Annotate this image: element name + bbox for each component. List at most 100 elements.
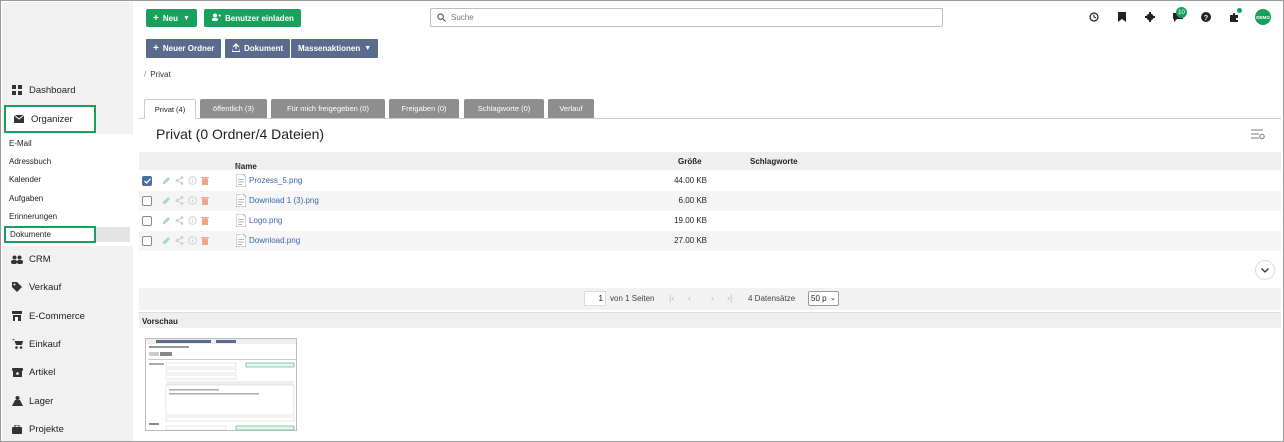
search-input[interactable]: Suche <box>430 8 943 27</box>
tab-shared-with-me[interactable]: Für mich freigegeben (0) <box>271 99 385 118</box>
record-count: 4 Datensätze <box>748 294 796 303</box>
sidebar-item-projekte[interactable]: Projekte <box>2 415 133 441</box>
svg-text:?: ? <box>1204 15 1208 22</box>
new-folder-label: Neuer Ordner <box>162 44 215 53</box>
row-checkbox[interactable] <box>142 216 152 226</box>
file-size: 44.00 KB <box>674 176 707 185</box>
new-folder-button[interactable]: + Neuer Ordner <box>146 39 222 58</box>
sidebar-item-einkauf[interactable]: Einkauf <box>2 330 133 358</box>
sidebar-item-organizer[interactable]: Organizer <box>4 105 96 133</box>
file-name[interactable]: Download.png <box>249 236 300 245</box>
sidebar-subitem-kalender[interactable]: Kalender <box>9 175 41 184</box>
preview-header: Vorschau <box>139 312 1281 328</box>
column-header-size[interactable]: Größe <box>678 157 702 166</box>
bulk-actions-button[interactable]: Massenaktionen ▼ <box>291 39 379 58</box>
sidebar-item-label: Lager <box>29 395 54 407</box>
edit-icon[interactable] <box>161 195 171 205</box>
sidebar-item-crm[interactable]: CRM <box>2 245 133 273</box>
people-icon <box>11 253 23 265</box>
gear-icon[interactable] <box>1144 11 1156 23</box>
sidebar-item-lager[interactable]: Lager <box>2 387 133 415</box>
file-size: 6.00 KB <box>678 196 707 205</box>
last-page-icon[interactable]: ›| <box>727 293 732 303</box>
table-header: Name ⇕ Größe Schlagworte <box>139 152 1281 171</box>
invite-user-label: Benutzer einladen <box>225 13 294 23</box>
tab-freigaben[interactable]: Freigaben (0) <box>389 99 459 118</box>
share-icon[interactable] <box>174 215 184 225</box>
table-row[interactable]: Download.png 27.00 KB <box>139 231 1281 251</box>
column-header-tags[interactable]: Schlagworte <box>750 157 798 166</box>
file-icon <box>236 194 246 207</box>
file-name[interactable]: Logo.png <box>249 216 282 225</box>
upload-document-button[interactable]: Dokument <box>225 39 291 58</box>
edit-icon[interactable] <box>161 235 171 245</box>
prev-page-icon[interactable]: ‹ <box>688 293 691 303</box>
avatar[interactable]: DEMO <box>1255 9 1271 25</box>
file-name[interactable]: Prozess_5.png <box>249 176 302 185</box>
share-icon[interactable] <box>174 235 184 245</box>
page-number-input[interactable]: 1 <box>584 291 606 306</box>
dashboard-icon <box>11 84 23 96</box>
table-row[interactable]: Download 1 (3).png 6.00 KB <box>139 191 1281 211</box>
share-icon[interactable] <box>174 195 184 205</box>
row-checkbox[interactable] <box>142 196 152 206</box>
tab-privat[interactable]: Privat (4) <box>144 99 196 119</box>
row-checkbox[interactable] <box>142 236 152 246</box>
sidebar-subitem-erinnerungen[interactable]: Erinnerungen <box>9 212 57 221</box>
sidebar-item-label: Artikel <box>29 366 56 378</box>
sidebar-item-label: Dokumente <box>10 230 51 239</box>
sidebar-subitem-aufgaben[interactable]: Aufgaben <box>9 194 43 203</box>
edit-icon[interactable] <box>161 215 171 225</box>
sidebar-item-label: CRM <box>29 253 51 265</box>
invite-user-button[interactable]: Benutzer einladen <box>204 9 301 27</box>
page-title: Privat (0 Ordner/4 Dateien) <box>156 126 325 142</box>
preview-thumbnail[interactable] <box>145 338 297 431</box>
sidebar-item-dashboard[interactable]: Dashboard <box>2 76 133 104</box>
sidebar-subitem-email[interactable]: E-Mail <box>9 139 32 148</box>
sidebar-item-artikel[interactable]: Artikel <box>2 358 133 386</box>
sidebar-item-label: Projekte <box>29 423 64 435</box>
new-button[interactable]: + Neu ▼ <box>146 9 197 27</box>
breadcrumb-item[interactable]: Privat <box>150 70 170 79</box>
row-actions <box>161 215 210 225</box>
breadcrumb: / Privat <box>144 70 171 79</box>
file-icon <box>236 214 246 227</box>
info-icon[interactable] <box>187 235 197 245</box>
tab-verlauf[interactable]: Verlauf <box>548 99 594 118</box>
bookmark-icon[interactable] <box>1116 11 1128 23</box>
table-row[interactable]: Logo.png 19.00 KB <box>139 211 1281 231</box>
tabs-divider <box>139 118 1281 119</box>
sidebar-subitem-dokumente[interactable]: Dokumente <box>4 226 96 243</box>
box-icon <box>11 366 23 378</box>
column-settings-icon[interactable] <box>1251 128 1265 140</box>
sidebar-item-label: E-Commerce <box>29 310 85 322</box>
first-page-icon[interactable]: |‹ <box>669 293 674 303</box>
next-page-icon[interactable]: › <box>711 293 714 303</box>
file-name[interactable]: Download 1 (3).png <box>249 196 319 205</box>
plus-icon: + <box>153 43 159 54</box>
page-size-select[interactable]: 50 p ⌄ <box>808 291 839 306</box>
share-icon[interactable] <box>174 175 184 185</box>
info-icon[interactable] <box>187 215 197 225</box>
trash-icon[interactable] <box>200 215 210 225</box>
table-row[interactable]: Prozess_5.png 44.00 KB <box>139 171 1281 191</box>
help-icon[interactable]: ? <box>1200 11 1212 23</box>
edit-icon[interactable] <box>161 175 171 185</box>
trash-icon[interactable] <box>200 175 210 185</box>
upload-document-label: Dokument <box>244 44 284 53</box>
sidebar-item-verkauf[interactable]: Verkauf <box>2 273 133 301</box>
tab-schlagworte[interactable]: Schlagworte (0) <box>464 99 544 118</box>
history-icon[interactable] <box>1088 11 1100 23</box>
sidebar-subitem-adressbuch[interactable]: Adressbuch <box>9 157 51 166</box>
trash-icon[interactable] <box>200 235 210 245</box>
trash-icon[interactable] <box>200 195 210 205</box>
expand-button[interactable] <box>1255 260 1275 280</box>
info-icon[interactable] <box>187 195 197 205</box>
file-size: 27.00 KB <box>674 236 707 245</box>
sidebar-item-label: Organizer <box>31 113 73 125</box>
row-checkbox[interactable] <box>142 176 152 186</box>
info-icon[interactable] <box>187 175 197 185</box>
tab-oeffentlich[interactable]: öffentlich (3) <box>200 99 267 118</box>
file-icon <box>236 174 246 187</box>
sidebar-item-ecommerce[interactable]: E-Commerce <box>2 302 133 330</box>
